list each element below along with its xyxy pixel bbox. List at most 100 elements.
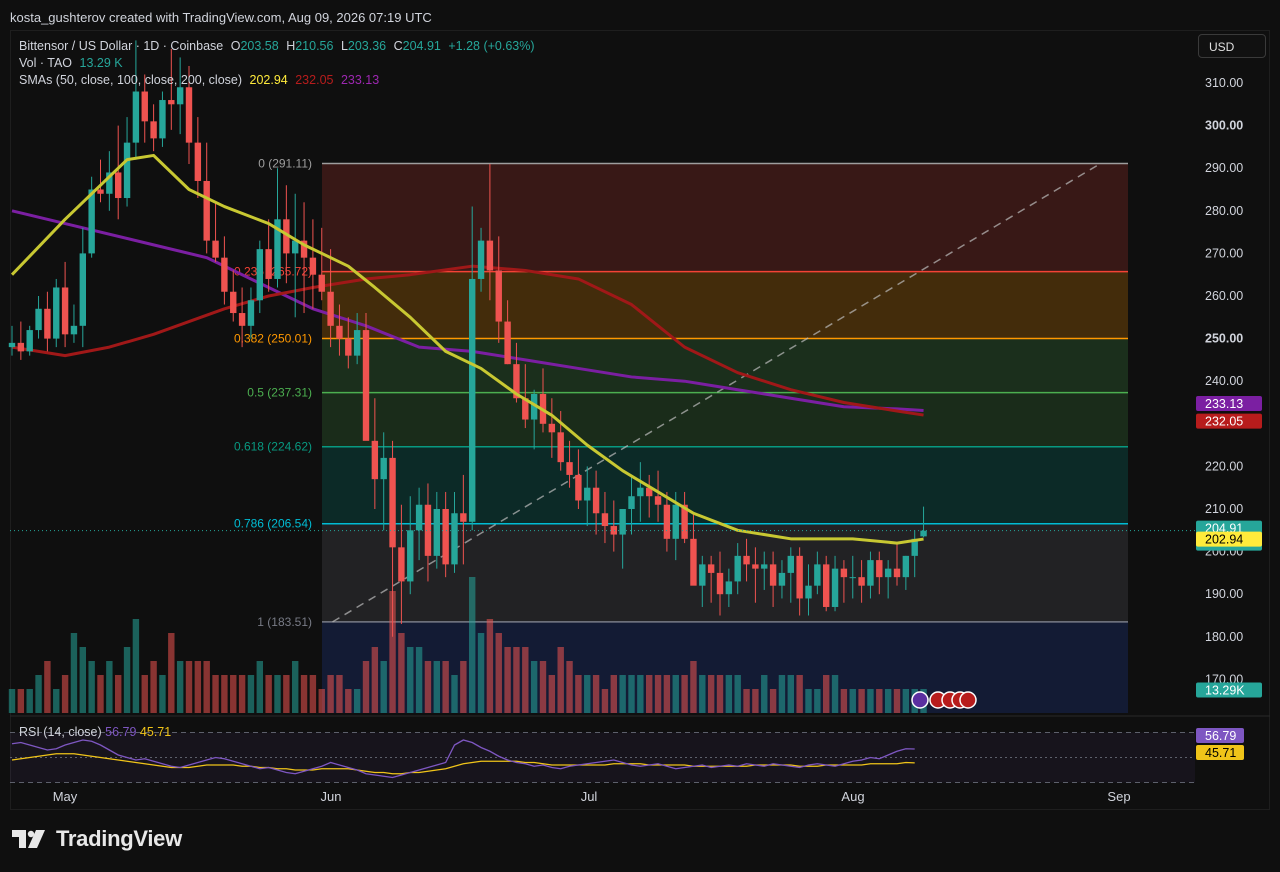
candle-body bbox=[867, 560, 874, 586]
fib-zone bbox=[322, 163, 1128, 272]
volume-bar bbox=[504, 647, 511, 713]
candle-body bbox=[433, 509, 440, 556]
price-tick-label: 270.00 bbox=[1205, 246, 1243, 260]
candle-body bbox=[769, 564, 777, 586]
candle-body bbox=[796, 555, 803, 599]
volume-bar bbox=[353, 689, 361, 713]
candle-body bbox=[884, 568, 892, 578]
candle-body bbox=[389, 457, 396, 548]
volume-bar bbox=[300, 675, 308, 713]
rsi-badge-label: 45.71 bbox=[1205, 746, 1236, 760]
volume-bar bbox=[88, 661, 95, 713]
candle-body bbox=[97, 189, 104, 194]
symbol-name[interactable]: Bittensor / US Dollar · 1D · Coinbase bbox=[19, 39, 223, 53]
volume-bar bbox=[672, 675, 679, 713]
rsi-label[interactable]: RSI (14, close) bbox=[19, 725, 102, 739]
volume-bar bbox=[194, 661, 202, 713]
fib-level-label: 0.786 (206.54) bbox=[234, 517, 312, 531]
candle-body bbox=[495, 270, 502, 322]
volume-bar bbox=[619, 675, 626, 713]
volume-bar bbox=[97, 675, 104, 713]
candle-body bbox=[353, 330, 361, 356]
candle-body bbox=[557, 432, 564, 463]
volume-bar bbox=[707, 675, 715, 713]
candle-body bbox=[637, 487, 644, 497]
tradingview-logo-icon bbox=[12, 830, 45, 848]
candle-body bbox=[654, 496, 662, 505]
candle-body bbox=[159, 100, 166, 139]
candle-body bbox=[380, 457, 387, 480]
fib-zone bbox=[322, 392, 1128, 447]
close-value: 204.91 bbox=[402, 39, 441, 53]
volume-bar bbox=[79, 647, 86, 713]
volume-bar bbox=[575, 675, 582, 713]
volume-bar bbox=[769, 689, 777, 713]
volume-label[interactable]: Vol · TAO bbox=[19, 56, 72, 70]
candle-body bbox=[212, 240, 219, 258]
volume-bar bbox=[761, 675, 768, 713]
volume-legend: Vol · TAO 13.29 K bbox=[19, 56, 127, 70]
candle-body bbox=[690, 538, 697, 586]
currency-button[interactable]: USD bbox=[1198, 34, 1266, 58]
sma-legend: SMAs (50, close, 100, close, 200, close)… bbox=[19, 73, 383, 87]
volume-bar bbox=[44, 661, 51, 713]
candle-body bbox=[672, 504, 679, 539]
rsi-legend: RSI (14, close) 56.79 45.71 bbox=[19, 725, 171, 739]
candle-body bbox=[150, 121, 157, 139]
volume-bar bbox=[805, 689, 812, 713]
volume-bar bbox=[61, 675, 69, 713]
low-label: L bbox=[340, 39, 348, 53]
us-flag-event-icon[interactable] bbox=[959, 691, 977, 709]
candle-body bbox=[761, 564, 768, 569]
volume-bar bbox=[123, 647, 131, 713]
candle-body bbox=[707, 564, 715, 573]
volume-bar bbox=[584, 675, 591, 713]
sma-label[interactable]: SMAs (50, close, 100, close, 200, close) bbox=[19, 73, 242, 87]
price-tick-label: 180.00 bbox=[1205, 630, 1243, 644]
time-tick-label: Aug bbox=[841, 789, 864, 804]
volume-bar bbox=[699, 675, 706, 713]
candle-body bbox=[893, 568, 901, 578]
candle-body bbox=[699, 564, 706, 586]
footer-logo[interactable]: TradingView bbox=[12, 826, 182, 852]
volume-bar bbox=[725, 675, 733, 713]
candle-body bbox=[486, 240, 494, 271]
candle-body bbox=[79, 253, 86, 326]
candle-body bbox=[221, 257, 228, 292]
candle-body bbox=[185, 87, 193, 143]
footer-brand: TradingView bbox=[56, 826, 182, 851]
time-tick-label: Sep bbox=[1107, 789, 1130, 804]
volume-bar bbox=[539, 661, 547, 713]
rsi-badge-label: 56.79 bbox=[1205, 729, 1236, 743]
volume-bar bbox=[247, 675, 255, 713]
price-tick-label: 210.00 bbox=[1205, 502, 1243, 516]
rsi-value: 56.79 bbox=[105, 725, 137, 739]
volume-bar bbox=[637, 675, 644, 713]
candle-body bbox=[327, 291, 334, 326]
lightning-event-icon[interactable] bbox=[911, 691, 929, 709]
fib-level-label: 0.618 (224.62) bbox=[234, 440, 312, 454]
volume-bar bbox=[106, 661, 113, 713]
volume-value: 13.29 K bbox=[79, 56, 123, 70]
price-tick-label: 290.00 bbox=[1205, 161, 1243, 175]
volume-bar bbox=[451, 675, 458, 713]
candle-body bbox=[256, 249, 263, 301]
price-tick-label: 220.00 bbox=[1205, 459, 1243, 473]
volume-bar bbox=[876, 689, 883, 713]
volume-bar bbox=[53, 689, 60, 713]
volume-bar bbox=[752, 689, 759, 713]
candle-body bbox=[176, 87, 184, 105]
volume-bar bbox=[548, 675, 556, 713]
candle-body bbox=[566, 462, 573, 475]
candle-body bbox=[398, 547, 405, 582]
candle-body bbox=[8, 342, 16, 348]
candle-body bbox=[168, 100, 175, 105]
candle-body bbox=[123, 142, 131, 199]
volume-bar bbox=[168, 633, 175, 713]
candle-body bbox=[902, 555, 910, 578]
chart-canvas[interactable]: 0 (291.11)0.236 (265.72)0.382 (250.01)0.… bbox=[0, 0, 1280, 872]
rsi-ma-value: 45.71 bbox=[139, 725, 172, 739]
candle-body bbox=[752, 564, 759, 569]
volume-bar bbox=[734, 675, 741, 713]
candle-body bbox=[35, 308, 42, 331]
